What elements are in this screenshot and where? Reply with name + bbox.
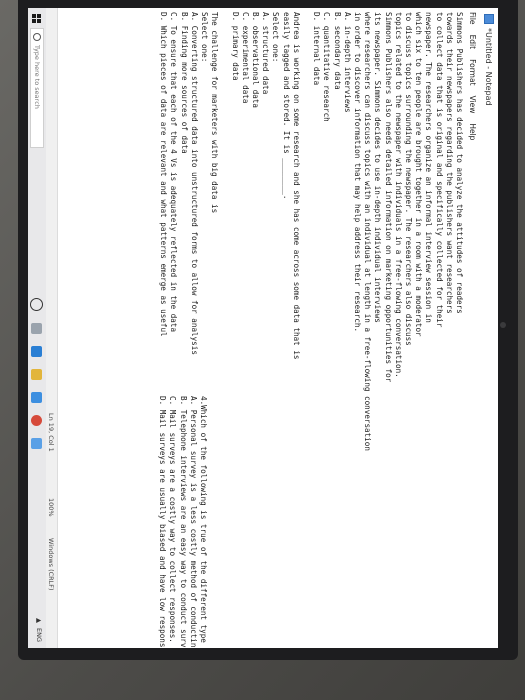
text-editor[interactable]: Simmons Publishers has decided to analyz… [58,8,466,648]
text-line: in order to discover information that ma… [352,12,362,333]
search-icon [33,33,41,41]
system-tray[interactable]: ▲ ENG [35,618,43,642]
text-line: D. primary data [230,12,240,81]
text-line: Simmons Publishers has decided to analyz… [455,12,464,314]
network-icon: ▲ [35,617,43,623]
taskbar-apps [30,298,44,449]
notepad-taskbar-icon[interactable] [31,438,43,449]
text-line: easily tagged and stored. It is ________… [281,12,291,200]
line-ending: Windows (CRLF) [47,538,55,591]
menu-view[interactable]: View [469,96,478,114]
task-view-icon[interactable] [31,323,43,334]
cursor-position: Ln 19, Col 1 [47,413,55,452]
file-explorer-icon[interactable] [31,369,43,380]
text-line: C. Mail surveys are a costly way to coll… [168,396,178,643]
search-placeholder: Type here to search [33,45,41,109]
zoom-level: 100% [47,498,55,517]
taskbar: Type here to search ▲ ENG [28,8,46,648]
menu-format[interactable]: Format [469,59,478,85]
laptop-screen: *Untitled - Notepad File Edit Format Vie… [28,8,498,648]
text-line: topics related to the newspaper with ind… [393,12,403,378]
text-line: C. experimental data [240,12,250,104]
menu-file[interactable]: File [469,12,478,25]
text-line: A. structured data [261,12,271,95]
text-line: B. Telephone interviews are an easy way … [178,396,188,648]
text-line: C. quantitative research [322,12,332,122]
tray-language: ENG [35,627,43,642]
text-line: A. Converting structured data into unstr… [189,12,199,355]
window-titlebar[interactable]: *Untitled - Notepad [479,8,498,648]
text-line: Andrea is working on some research and s… [291,12,301,360]
rotated-desktop: *Untitled - Notepad File Edit Format Vie… [28,8,498,648]
text-line: to collect data that is original and spe… [434,12,444,328]
text-line: B. observational data [250,12,260,109]
menu-bar: File Edit Format View Help [465,8,480,648]
text-line: towards their newspapers regarding the p… [444,12,454,314]
text-line: A. in-depth interviews [342,12,352,113]
text-line: The challenge for marketers with big dat… [210,12,220,214]
text-line [301,12,311,451]
text-line: B. Finding more sources of data [179,12,189,154]
window-title: *Untitled - Notepad [484,28,494,106]
edge-icon[interactable] [31,346,43,357]
text-line: D. internal data [312,12,322,86]
text-line: 4.Which of the following is true of the … [199,396,208,648]
windows-logo-icon [32,13,42,23]
text-line: D. Mail surveys are usually biased and h… [158,396,168,648]
taskbar-search[interactable]: Type here to search [30,28,44,148]
text-line: Simmons Publishers also needs detailed i… [383,12,393,383]
text-line: which six to ten people are brought toge… [414,12,424,337]
text-line: to discuss topics surrounding the newspa… [403,12,413,346]
text-line: Select one: [199,12,209,63]
cortana-icon[interactable] [30,298,44,311]
right-text-column: 4.Which of the following is true of the … [157,396,208,648]
text-line: D. Which pieces of data are relevant and… [159,12,169,337]
text-line [219,12,229,451]
webcam [500,322,506,328]
menu-edit[interactable]: Edit [469,35,478,50]
status-bar: Ln 19, Col 1 100% Windows (CRLF) [45,8,58,648]
text-line: B. secondary data [332,12,342,90]
text-line: newspaper. The researchers organize an i… [424,12,434,323]
menu-help[interactable]: Help [469,123,478,140]
text-line: C. To ensure that each of the 4 Vs is ad… [169,12,179,333]
text-line: where researchers can discuss topics wit… [363,12,373,451]
notepad-icon [484,14,494,24]
store-icon[interactable] [31,392,43,403]
chrome-icon[interactable] [31,415,43,426]
text-line: A. Personal survey is a less costly meth… [188,396,198,648]
start-button[interactable] [28,8,46,28]
text-line: its newspaper. Simmons decides to use in… [373,12,383,323]
left-text-column: Simmons Publishers has decided to analyz… [158,12,464,451]
text-line: Select one: [271,12,281,63]
